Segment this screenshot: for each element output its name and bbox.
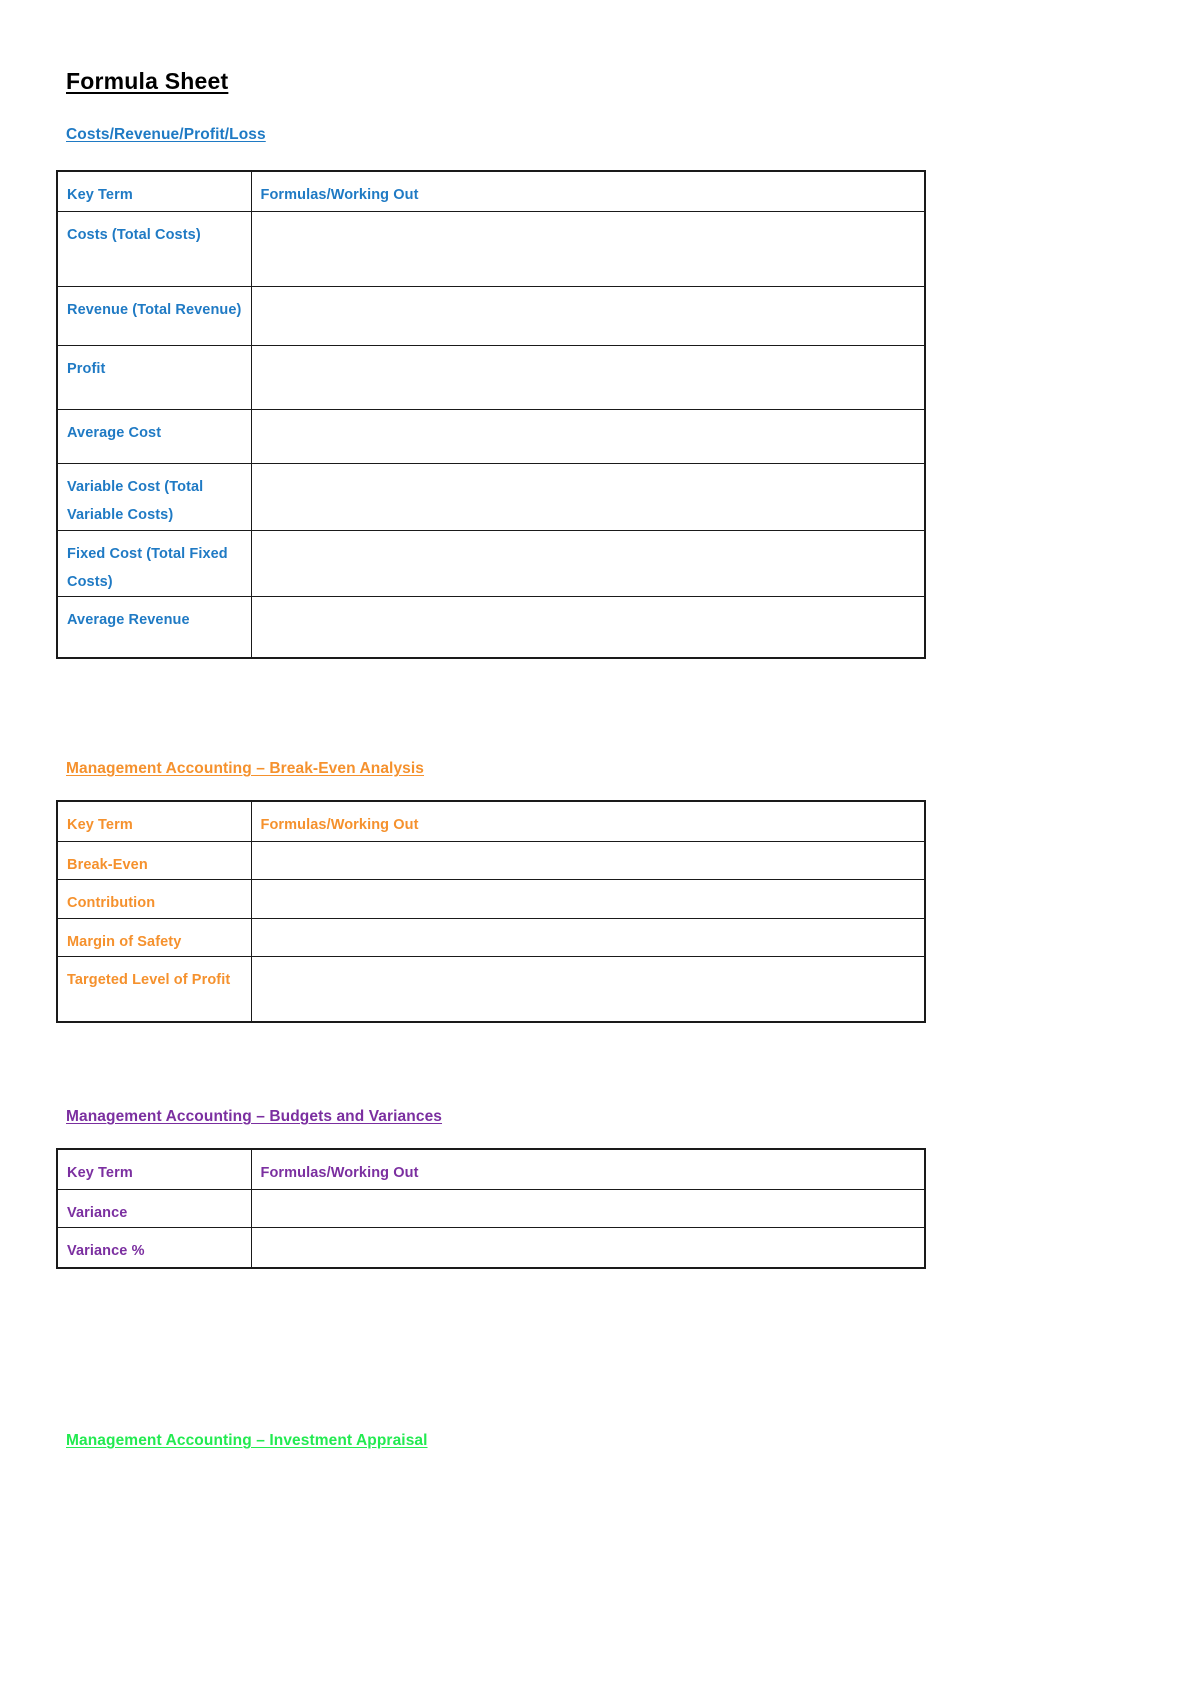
section-heading-investment-appraisal: Management Accounting – Investment Appra… <box>66 1432 428 1449</box>
formula-cell[interactable] <box>250 345 926 410</box>
table-header-row: Key Term Formulas/Working Out <box>56 800 926 842</box>
key-term-cell: Variance % <box>56 1227 252 1269</box>
key-term-cell: Break-Even <box>56 840 252 881</box>
table-row: Variable Cost (Total Variable Costs) <box>56 463 926 531</box>
formula-cell[interactable] <box>250 879 926 919</box>
column-header-key-term: Key Term <box>56 1148 252 1190</box>
formula-cell[interactable] <box>250 840 926 881</box>
key-term-cell: Costs (Total Costs) <box>56 211 252 287</box>
table-row: Targeted Level of Profit <box>56 955 926 1023</box>
formula-cell[interactable] <box>250 211 926 287</box>
section-heading-break-even-analysis: Management Accounting – Break-Even Analy… <box>66 760 425 777</box>
key-term-cell: Variance <box>56 1188 252 1229</box>
table-row: Fixed Cost (Total Fixed Costs) <box>56 529 926 598</box>
formula-cell[interactable] <box>250 955 926 1023</box>
key-term-cell: Average Cost <box>56 409 252 464</box>
formula-cell[interactable] <box>250 409 926 464</box>
formula-cell[interactable] <box>250 1188 926 1229</box>
table-row: Margin of Safety <box>56 917 926 957</box>
key-term-cell: Contribution <box>56 879 252 919</box>
table-costs-revenue-profit-loss: Key Term Formulas/Working Out Costs (Tot… <box>56 170 926 660</box>
table-row: Costs (Total Costs) <box>56 211 926 287</box>
formula-cell[interactable] <box>250 917 926 957</box>
formula-cell[interactable] <box>250 1227 926 1269</box>
key-term-cell: Variable Cost (Total Variable Costs) <box>56 463 252 531</box>
table-header-row: Key Term Formulas/Working Out <box>56 1148 926 1190</box>
column-header-formulas: Formulas/Working Out <box>250 170 926 212</box>
column-header-key-term: Key Term <box>56 800 252 842</box>
formula-cell[interactable] <box>250 463 926 531</box>
column-header-key-term: Key Term <box>56 170 252 212</box>
column-header-formulas: Formulas/Working Out <box>250 1148 926 1190</box>
key-term-cell: Margin of Safety <box>56 917 252 957</box>
document-page: Formula Sheet Costs/Revenue/Profit/Loss … <box>0 0 1200 1698</box>
key-term-cell: Average Revenue <box>56 596 252 659</box>
table-header-row: Key Term Formulas/Working Out <box>56 170 926 212</box>
key-term-cell: Revenue (Total Revenue) <box>56 286 252 346</box>
table-row: Break-Even <box>56 840 926 881</box>
key-term-cell: Fixed Cost (Total Fixed Costs) <box>56 529 252 598</box>
section-heading-budgets-and-variances: Management Accounting – Budgets and Vari… <box>66 1108 443 1125</box>
table-row: Contribution <box>56 879 926 919</box>
table-row: Variance <box>56 1188 926 1229</box>
table-row: Average Cost <box>56 409 926 464</box>
table-row: Variance % <box>56 1227 926 1269</box>
section-heading-costs-revenue-profit-loss: Costs/Revenue/Profit/Loss <box>66 126 266 143</box>
key-term-cell: Targeted Level of Profit <box>56 955 252 1023</box>
table-row: Revenue (Total Revenue) <box>56 286 926 346</box>
page-title: Formula Sheet <box>66 68 229 94</box>
formula-cell[interactable] <box>250 596 926 659</box>
formula-cell[interactable] <box>250 286 926 346</box>
formula-cell[interactable] <box>250 529 926 598</box>
column-header-formulas: Formulas/Working Out <box>250 800 926 842</box>
table-budgets-and-variances: Key Term Formulas/Working Out Variance V… <box>56 1148 926 1270</box>
table-break-even-analysis: Key Term Formulas/Working Out Break-Even… <box>56 800 926 1023</box>
table-row: Profit <box>56 345 926 410</box>
key-term-cell: Profit <box>56 345 252 410</box>
table-row: Average Revenue <box>56 596 926 659</box>
